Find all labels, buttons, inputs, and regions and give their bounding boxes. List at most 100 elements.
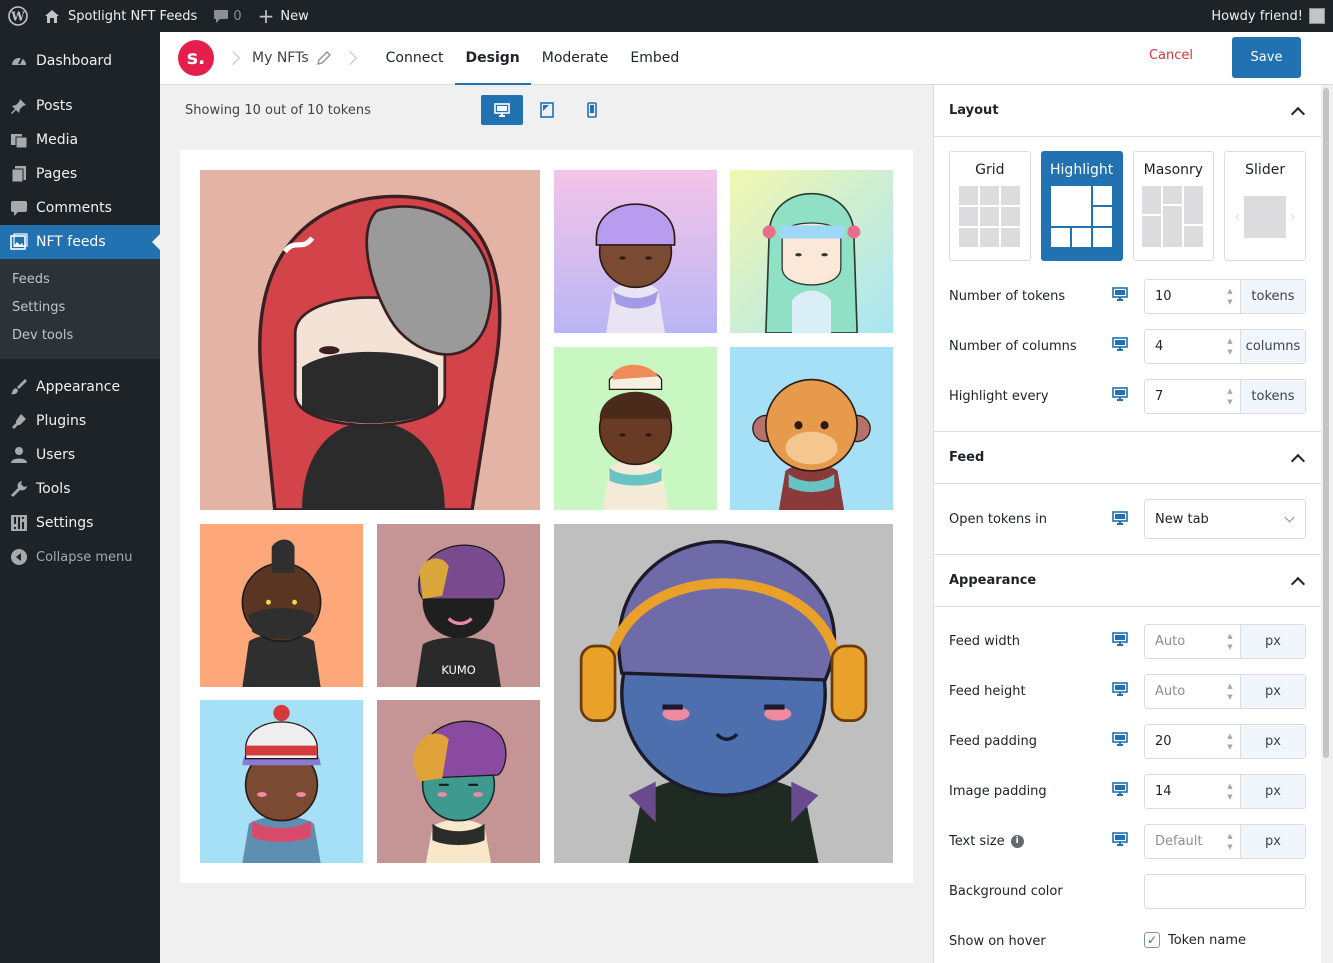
nft-monkey-image [730, 347, 893, 510]
site-name-link[interactable]: Spotlight NFT Feeds [36, 0, 205, 32]
pencil-icon[interactable] [316, 51, 331, 65]
spinner-icon[interactable]: ▲ ▼ [1220, 675, 1240, 708]
panel-scrollbar[interactable] [1321, 85, 1331, 963]
sidebar-item-appearance[interactable]: Appearance [0, 370, 160, 404]
new-content-link[interactable]: + New [250, 0, 317, 32]
nft-kumo-image: KUMO [377, 524, 540, 687]
layout-option-grid[interactable]: Grid [949, 151, 1031, 261]
sliders-icon [10, 514, 28, 532]
tab-moderate[interactable]: Moderate [531, 32, 620, 85]
highlight-every-input[interactable]: 7 ▲ ▼ tokens [1144, 379, 1306, 414]
sidebar-item-dashboard[interactable]: Dashboard [0, 44, 160, 78]
comments-count: 0 [233, 8, 242, 24]
input-value: 14 [1155, 784, 1172, 799]
tab-embed[interactable]: Embed [619, 32, 690, 85]
number-of-tokens-row: Number of tokens 10 ▲ ▼ tokens [934, 271, 1321, 321]
background-color-picker[interactable] [1144, 874, 1306, 909]
number-of-columns-input[interactable]: 4 ▲ ▼ columns [1144, 329, 1306, 364]
open-tokens-row: Open tokens in New tab [934, 484, 1321, 554]
design-settings-panel: Layout Grid Highlight Masonry Slider Num… [933, 85, 1321, 963]
input-placeholder: Auto [1155, 634, 1186, 649]
spotlight-logo[interactable]: s. [178, 40, 214, 76]
token-name-checkbox[interactable]: ✓ Token name [1144, 932, 1246, 948]
save-button[interactable]: Save [1232, 37, 1301, 78]
image-padding-input[interactable]: 14 ▲ ▼ px [1144, 774, 1306, 809]
open-tokens-select[interactable]: New tab [1144, 499, 1306, 539]
text-size-input[interactable]: Default ▲ ▼ px [1144, 824, 1306, 859]
token-count-text: Showing 10 out of 10 tokens [185, 103, 371, 118]
appearance-section-header[interactable]: Appearance [934, 555, 1321, 607]
desktop-icon[interactable] [1112, 287, 1128, 302]
desktop-icon[interactable] [1112, 511, 1128, 526]
submenu-item-feeds[interactable]: Feeds [0, 265, 160, 293]
feed-height-input[interactable]: Auto ▲ ▼ px [1144, 674, 1306, 709]
nft-tile[interactable] [200, 170, 540, 510]
sidebar-item-users[interactable]: Users [0, 438, 160, 472]
comments-link[interactable]: 0 [205, 0, 249, 32]
spinner-icon[interactable]: ▲ ▼ [1220, 825, 1240, 858]
sidebar-item-settings[interactable]: Settings [0, 506, 160, 540]
spinner-icon[interactable]: ▲ ▼ [1220, 280, 1240, 313]
desktop-icon[interactable] [1112, 782, 1128, 797]
sidebar-item-plugins[interactable]: Plugins [0, 404, 160, 438]
sidebar-label-media: Media [36, 132, 79, 148]
info-icon[interactable]: i [1010, 834, 1024, 848]
feed-section-header[interactable]: Feed [934, 432, 1321, 484]
sidebar-item-nft-feeds[interactable]: NFT feeds [0, 225, 160, 259]
nft-tile[interactable] [554, 524, 893, 863]
spinner-icon[interactable]: ▲ ▼ [1220, 725, 1240, 758]
avatar [1309, 8, 1325, 24]
input-placeholder: Default [1155, 834, 1203, 849]
feed-name[interactable]: My NFTs [252, 50, 309, 66]
nft-red-masked-image [200, 170, 540, 510]
spinner-icon[interactable]: ▲ ▼ [1220, 775, 1240, 808]
layout-option-slider[interactable]: Slider [1224, 151, 1306, 261]
spinner-icon[interactable]: ▲ ▼ [1220, 625, 1240, 658]
layout-option-masonry[interactable]: Masonry [1132, 151, 1215, 261]
sidebar-label-nft-feeds: NFT feeds [36, 234, 106, 250]
submenu-item-dev-tools[interactable]: Dev tools [0, 321, 160, 349]
phone-device-button[interactable] [571, 95, 613, 125]
sidebar-label-settings: Settings [36, 515, 94, 531]
desktop-icon[interactable] [1112, 732, 1128, 747]
cancel-button[interactable]: Cancel [1149, 48, 1193, 63]
submenu-item-settings[interactable]: Settings [0, 293, 160, 321]
spinner-icon[interactable]: ▲ ▼ [1220, 330, 1240, 363]
desktop-icon[interactable] [1112, 832, 1128, 847]
nft-sushi-hat-image [554, 347, 717, 510]
nft-tile[interactable] [377, 700, 540, 863]
collapse-menu-button[interactable]: Collapse menu [0, 540, 160, 574]
tablet-device-button[interactable] [526, 95, 568, 125]
nft-tile[interactable] [730, 170, 893, 333]
desktop-icon[interactable] [1112, 682, 1128, 697]
desktop-icon[interactable] [1112, 387, 1128, 402]
tab-design[interactable]: Design [454, 32, 532, 85]
spinner-icon[interactable]: ▲ ▼ [1220, 380, 1240, 413]
scrollbar-thumb[interactable] [1323, 88, 1329, 758]
tab-connect[interactable]: Connect [375, 32, 455, 85]
desktop-device-button[interactable] [481, 95, 523, 125]
sidebar-item-tools[interactable]: Tools [0, 472, 160, 506]
unit-label: px [1240, 625, 1305, 658]
desktop-icon[interactable] [1112, 632, 1128, 647]
nft-tile[interactable] [554, 170, 717, 333]
nft-tile[interactable] [200, 524, 363, 687]
checkmark-icon: ✓ [1144, 932, 1160, 948]
nft-tile[interactable] [554, 347, 717, 510]
number-of-tokens-input[interactable]: 10 ▲ ▼ tokens [1144, 279, 1306, 314]
sidebar-item-pages[interactable]: Pages [0, 157, 160, 191]
layout-section-header[interactable]: Layout [934, 85, 1321, 137]
sidebar-item-comments[interactable]: Comments [0, 191, 160, 225]
nft-tile[interactable] [200, 700, 363, 863]
layout-option-highlight[interactable]: Highlight [1040, 151, 1123, 261]
sidebar-item-media[interactable]: Media [0, 123, 160, 157]
my-account-link[interactable]: Howdy friend! [1203, 0, 1333, 32]
collapse-icon [10, 548, 28, 566]
nft-tile[interactable] [730, 347, 893, 510]
feed-padding-input[interactable]: 20 ▲ ▼ px [1144, 724, 1306, 759]
sidebar-item-posts[interactable]: Posts [0, 89, 160, 123]
feed-width-input[interactable]: Auto ▲ ▼ px [1144, 624, 1306, 659]
nft-tile[interactable]: KUMO [377, 524, 540, 687]
wordpress-logo-icon[interactable]: W [0, 0, 36, 32]
desktop-icon[interactable] [1112, 337, 1128, 352]
